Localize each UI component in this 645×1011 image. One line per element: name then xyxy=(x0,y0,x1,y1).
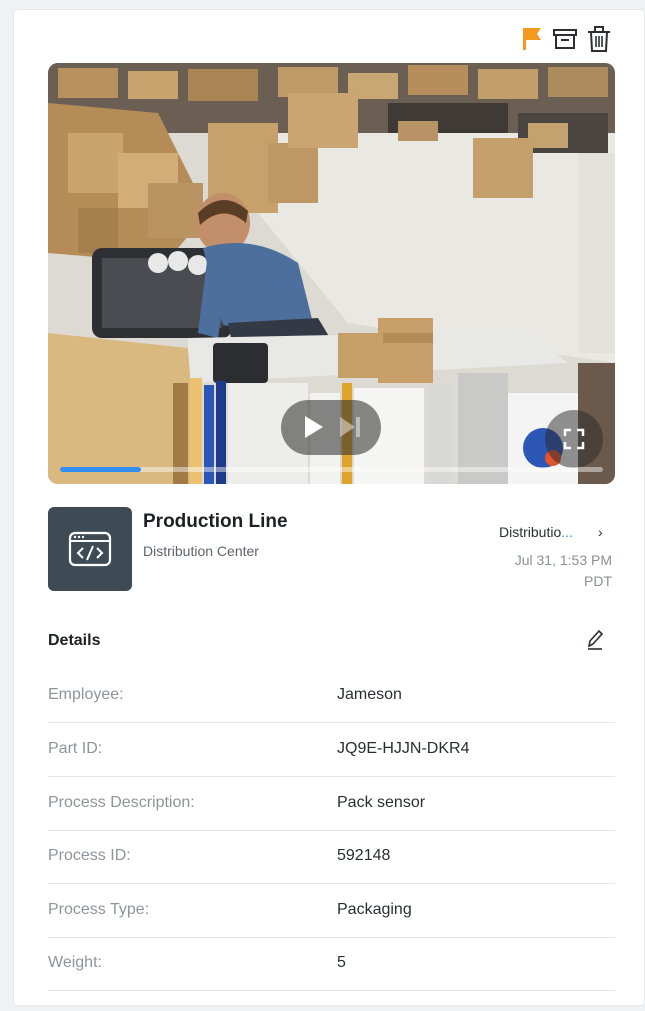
play-button[interactable] xyxy=(301,414,325,440)
detail-label: Part ID: xyxy=(48,740,103,757)
play-icon xyxy=(305,416,323,438)
camera-site: Distribution Center xyxy=(143,543,259,559)
detail-row-process-description: Process Description: Pack sensor xyxy=(48,777,615,831)
detail-label: Process Description: xyxy=(48,794,195,811)
camera-thumbnail[interactable] xyxy=(48,507,132,591)
flag-button[interactable] xyxy=(519,24,547,54)
video-player[interactable] xyxy=(48,63,615,484)
detail-label: Weight: xyxy=(48,954,102,971)
archive-button[interactable] xyxy=(551,24,579,54)
video-progress-bar[interactable] xyxy=(60,467,603,472)
skip-next-button[interactable] xyxy=(337,414,363,440)
fullscreen-button[interactable] xyxy=(545,410,603,468)
playback-controls xyxy=(281,400,381,455)
detail-value: Pack sensor xyxy=(337,794,426,811)
event-card: Production Line Distribution Center Dist… xyxy=(13,9,645,1006)
detail-value: 5 xyxy=(337,954,346,971)
camera-name: Production Line xyxy=(143,511,288,532)
detail-value: 592148 xyxy=(337,847,391,864)
detail-value: Jameson xyxy=(337,686,402,703)
trash-icon xyxy=(588,26,610,52)
detail-row-employee: Employee: Jameson xyxy=(48,669,615,723)
archive-icon xyxy=(553,29,577,49)
fullscreen-icon xyxy=(563,428,585,450)
details-heading: Details xyxy=(48,632,101,649)
detail-row-weight: Weight: 5 xyxy=(48,937,615,991)
location-link-ellipsis: ... xyxy=(561,524,573,540)
location-link[interactable]: Distributio... › xyxy=(499,524,619,544)
pencil-icon xyxy=(587,629,604,650)
detail-label: Employee: xyxy=(48,686,124,703)
event-timestamp: Jul 31, 1:53 PM PDT xyxy=(515,550,612,592)
location-link-text: Distributio xyxy=(499,524,562,540)
code-window-icon xyxy=(68,531,112,567)
event-actions xyxy=(519,24,619,58)
detail-label: Process ID: xyxy=(48,847,131,864)
skip-next-icon xyxy=(340,417,360,437)
detail-row-part-id: Part ID: JQ9E-HJJN-DKR4 xyxy=(48,723,615,777)
timestamp-date-time: Jul 31, 1:53 PM xyxy=(514,552,612,568)
detail-value: JQ9E-HJJN-DKR4 xyxy=(337,740,470,757)
detail-row-process-type: Process Type: Packaging xyxy=(48,884,615,938)
chevron-right-icon: › xyxy=(598,524,603,540)
detail-label: Process Type: xyxy=(48,901,150,918)
detail-value: Packaging xyxy=(337,901,412,918)
video-progress-fill xyxy=(60,467,142,472)
detail-row-process-id: Process ID: 592148 xyxy=(48,830,615,884)
delete-button[interactable] xyxy=(585,24,613,54)
timestamp-timezone: PDT xyxy=(584,573,612,589)
edit-details-button[interactable] xyxy=(584,628,606,652)
flag-icon xyxy=(523,28,541,50)
